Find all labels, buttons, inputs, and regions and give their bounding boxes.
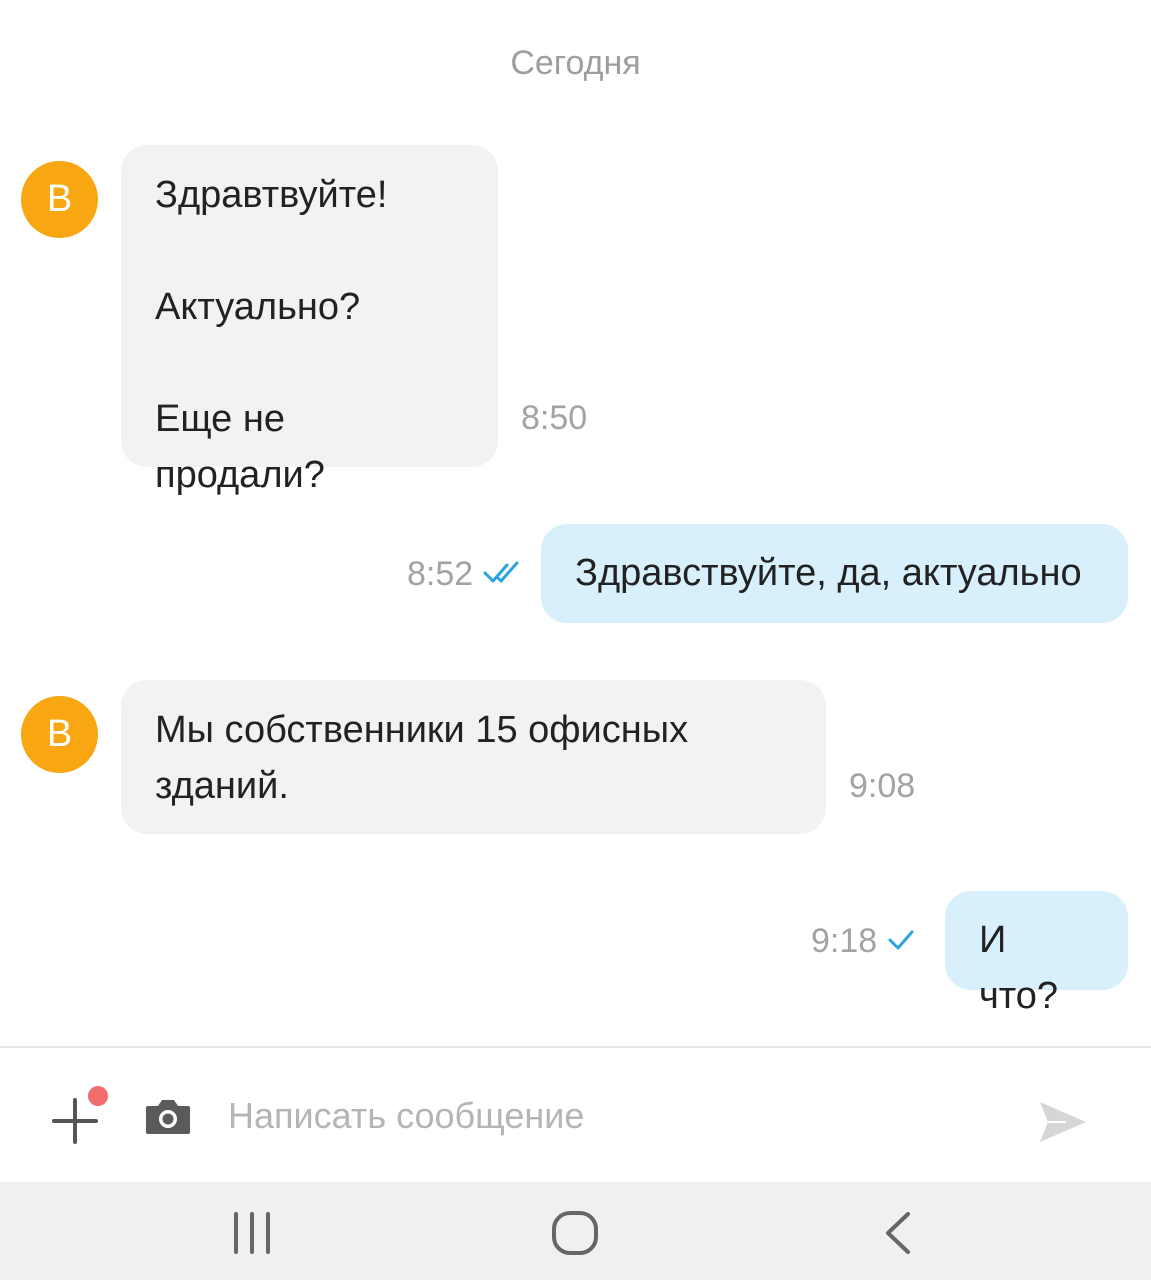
message-composer (0, 1046, 1151, 1182)
time-label: 8:52 (407, 555, 474, 593)
message-text: Мы собственники 15 офисных (155, 709, 689, 751)
sent-single-check-icon (887, 922, 915, 961)
camera-icon (146, 1100, 190, 1134)
date-separator: Сегодня (510, 44, 641, 82)
message-text: Здравтвуйте! (155, 174, 388, 216)
back-icon (886, 1212, 910, 1254)
outgoing-message[interactable]: Здравствуйте, да, актуально (541, 524, 1128, 623)
message-meta: 9:18 (811, 922, 915, 961)
recent-apps-button[interactable] (230, 1210, 276, 1261)
time-label: 9:08 (849, 767, 916, 805)
sender-avatar[interactable]: В (21, 696, 98, 773)
message-text: И что? (979, 919, 1059, 1017)
read-double-check-icon (483, 555, 523, 594)
home-icon (552, 1211, 598, 1255)
incoming-message[interactable]: Здравтвуйте! Актуально? Еще не продали? (121, 145, 498, 496)
attach-button[interactable] (50, 1086, 110, 1146)
incoming-message[interactable]: Мы собственники 15 офисных зданий. (121, 680, 826, 834)
chat-history[interactable]: Сегодня В Здравтвуйте! Актуально? Еще не… (0, 0, 1151, 1046)
message-input[interactable] (228, 1088, 988, 1144)
outgoing-message[interactable]: И что? (945, 891, 1128, 1017)
back-button[interactable] (880, 1210, 914, 1261)
message-time: 8:50 (521, 399, 587, 438)
message-text: Еще не продали? (155, 398, 325, 496)
notification-dot (88, 1086, 108, 1106)
message-text: Здравствуйте, да, актуально (575, 552, 1082, 594)
camera-button[interactable] (144, 1096, 192, 1141)
time-label: 8:50 (521, 399, 588, 437)
time-label: 9:18 (811, 922, 878, 960)
message-time: 9:08 (849, 767, 915, 806)
message-meta: 8:52 (407, 555, 523, 594)
send-icon (1040, 1102, 1086, 1142)
home-button[interactable] (551, 1210, 599, 1261)
recent-apps-icon (234, 1212, 270, 1254)
system-navigation-bar (0, 1182, 1151, 1280)
sender-avatar[interactable]: В (21, 161, 98, 238)
message-text: зданий. (155, 765, 289, 807)
message-text: Актуально? (155, 286, 361, 328)
